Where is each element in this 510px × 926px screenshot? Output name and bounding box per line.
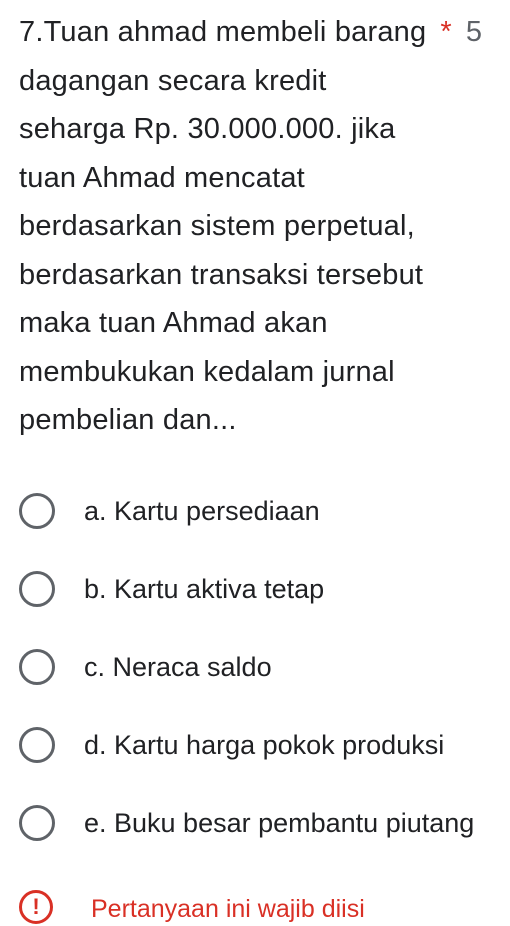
- option-d-label[interactable]: d. Kartu harga pokok produksi: [84, 726, 444, 764]
- option-c-label[interactable]: c. Neraca saldo: [84, 648, 272, 686]
- option-d[interactable]: d. Kartu harga pokok produksi: [0, 708, 510, 786]
- validation-message: ! Pertanyaan ini wajib diisi: [19, 888, 510, 926]
- option-b[interactable]: b. Kartu aktiva tetap: [0, 552, 510, 630]
- question-points: 5: [465, 16, 483, 48]
- option-a[interactable]: a. Kartu persediaan: [0, 474, 510, 552]
- radio-button-e[interactable]: [19, 805, 55, 841]
- question-block: 7.Tuan ahmad membeli barang * 5 dagangan s…: [19, 8, 510, 445]
- option-e-label[interactable]: e. Buku besar pembantu piutang: [84, 804, 474, 842]
- question-text: 7.Tuan ahmad membeli barang: [19, 16, 427, 48]
- validation-text: Pertanyaan ini wajib diisi: [91, 895, 365, 923]
- radio-button-d[interactable]: [19, 727, 55, 763]
- option-b-label[interactable]: b. Kartu aktiva tetap: [84, 570, 324, 608]
- question-line: maka tuan Ahmad akan: [19, 307, 328, 339]
- question-line: berdasarkan transaksi tersebut: [19, 258, 424, 291]
- question-line: membukukan kedalam jurnal: [19, 355, 395, 388]
- required-asterisk: *: [440, 16, 452, 48]
- radio-button-b[interactable]: [19, 571, 55, 607]
- question-line: seharga Rp. 30.000.000. jika: [19, 113, 396, 145]
- question-line: tuan Ahmad mencatat: [19, 161, 305, 194]
- radio-button-c[interactable]: [19, 649, 55, 685]
- question-line: berdasarkan sistem perpetual,: [19, 210, 415, 242]
- exclamation-icon: !: [19, 890, 53, 924]
- question-line: 7.Tuan ahmad membeli barang * 5: [19, 8, 510, 57]
- option-e[interactable]: e. Buku besar pembantu piutang: [0, 786, 510, 864]
- option-c[interactable]: c. Neraca saldo: [0, 630, 510, 708]
- question-line: pembelian dan...: [19, 404, 237, 436]
- question-line: dagangan secara kredit: [19, 64, 327, 97]
- option-a-label[interactable]: a. Kartu persediaan: [84, 492, 320, 530]
- radio-button-a[interactable]: [19, 493, 55, 529]
